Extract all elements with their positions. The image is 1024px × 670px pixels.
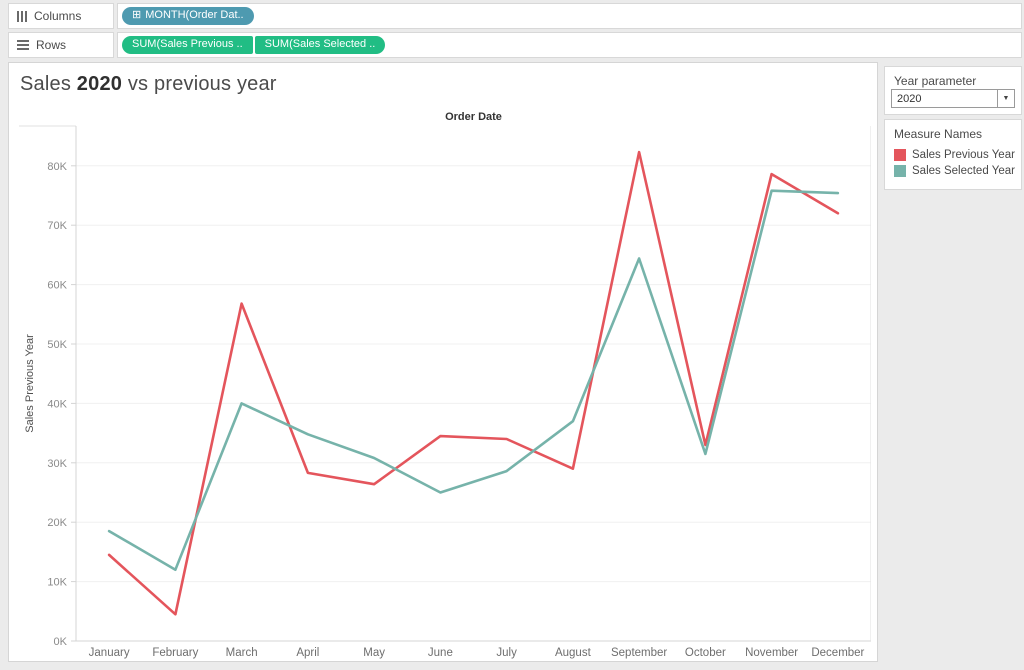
x-tick-label: September (611, 647, 667, 659)
measure-names-legend: Measure Names Sales Previous Year Sales S… (884, 119, 1022, 190)
columns-shelf[interactable]: ⊞ MONTH(Order Dat.. (117, 3, 1022, 29)
y-tick-label: 10K (47, 577, 67, 589)
sheet-title-prefix: Sales (20, 73, 77, 95)
year-parameter-value: 2020 (897, 93, 921, 105)
rows-icon (17, 40, 29, 50)
legend-label: Sales Previous Year (912, 149, 1015, 161)
x-tick-label: December (811, 647, 864, 659)
x-tick-label: January (89, 647, 130, 659)
legend-color-swatch (894, 165, 906, 177)
legend-item-selected-year[interactable]: Sales Selected Year (885, 163, 1021, 179)
sheet-title-year: 2020 (77, 73, 122, 95)
y-tick-label: 20K (47, 517, 67, 529)
series-line-previous-year[interactable] (109, 152, 838, 614)
dropdown-arrow-icon[interactable]: ▼ (997, 90, 1014, 107)
sheet-title-suffix: vs previous year (122, 73, 277, 95)
x-tick-label: August (555, 647, 592, 659)
legend-label: Sales Selected Year (912, 165, 1015, 177)
legend-item-previous-year[interactable]: Sales Previous Year (885, 147, 1021, 163)
x-tick-label: June (428, 647, 453, 659)
pill-label: MONTH(Order Dat.. (145, 9, 243, 21)
pill-label: SUM(Sales Previous .. (132, 38, 243, 50)
y-tick-label: 80K (47, 161, 67, 173)
y-tick-label: 40K (47, 398, 67, 410)
rows-shelf-text: Rows (36, 38, 66, 52)
x-tick-label: October (685, 647, 726, 659)
year-parameter-card: Year parameter 2020 ▼ (884, 66, 1022, 115)
y-tick-label: 60K (47, 280, 67, 292)
y-tick-label: 0K (54, 636, 68, 648)
y-tick-label: 50K (47, 339, 67, 351)
legend-title: Measure Names (885, 120, 1021, 141)
sheet-title: Sales 2020 vs previous year (20, 73, 277, 96)
rows-shelf[interactable]: SUM(Sales Previous .. SUM(Sales Selected … (117, 32, 1022, 58)
columns-shelf-label: Columns (8, 3, 114, 29)
pill-label: SUM(Sales Selected .. (265, 38, 376, 50)
rows-shelf-label: Rows (8, 32, 114, 58)
y-tick-label: 70K (47, 220, 67, 232)
year-parameter-dropdown[interactable]: 2020 ▼ (891, 89, 1015, 108)
y-axis-title: Sales Previous Year (24, 334, 36, 433)
series-line-selected-year[interactable] (109, 191, 838, 570)
x-tick-label: February (152, 647, 198, 659)
legend-color-swatch (894, 149, 906, 161)
x-tick-label: March (226, 647, 258, 659)
pill-sum-sales-previous[interactable]: SUM(Sales Previous .. (122, 36, 253, 54)
pill-sum-sales-selected[interactable]: SUM(Sales Selected .. (255, 36, 386, 54)
plus-box-icon[interactable]: ⊞ (132, 9, 141, 21)
line-chart[interactable]: Order Date 0K 10K 20K 30K 40K 50K 60K 70K 80K Sale… (19, 109, 871, 663)
pill-month-order-date[interactable]: ⊞ MONTH(Order Dat.. (122, 7, 254, 25)
year-parameter-title: Year parameter (885, 67, 1021, 88)
columns-icon (17, 11, 27, 22)
worksheet-card: Sales 2020 vs previous year Order Date 0K… (8, 62, 878, 662)
y-tick-label: 30K (47, 458, 67, 470)
x-tick-label: July (496, 647, 517, 659)
column-field-header: Order Date (445, 111, 502, 123)
x-tick-label: April (296, 647, 319, 659)
columns-shelf-text: Columns (34, 9, 81, 23)
x-tick-label: May (363, 647, 385, 659)
x-tick-label: November (745, 647, 798, 659)
